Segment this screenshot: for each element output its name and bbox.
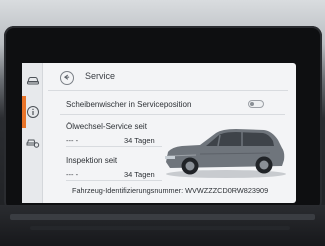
dashboard-trim (30, 226, 290, 230)
row-divider (60, 114, 285, 115)
back-arrow-icon (63, 74, 70, 80)
inspection-underline (66, 180, 162, 181)
inspection-days: 34 Tagen (124, 170, 155, 179)
inspection-label: Inspektion seit (66, 156, 118, 165)
oil-service-underline (66, 146, 162, 147)
toggle-knob (250, 102, 254, 106)
back-button[interactable] (60, 71, 74, 85)
vin-label: Fahrzeug-Identifizierungsnummer: (72, 186, 184, 195)
oil-service-distance: --- - (66, 136, 79, 145)
page-title: Service (85, 71, 116, 81)
vin-text: Fahrzeug-Identifizierungsnummer: WVWZZZC… (72, 186, 268, 195)
wiper-service-label: Scheibenwischer in Serviceposition (66, 100, 192, 109)
oil-service-days: 34 Tagen (124, 136, 155, 145)
info-icon[interactable] (26, 105, 40, 119)
car-icon[interactable] (26, 73, 40, 87)
car-settings-icon[interactable] (26, 135, 40, 149)
climate-control-strip (10, 214, 315, 220)
vin-value: WVWZZZCD0RW823909 (185, 186, 269, 195)
inspection-distance: --- - (66, 170, 79, 179)
wiper-service-toggle[interactable] (248, 100, 264, 108)
vehicle-image (160, 118, 288, 180)
header-divider (48, 90, 288, 91)
oil-service-label: Ölwechsel-Service seit (66, 122, 147, 131)
